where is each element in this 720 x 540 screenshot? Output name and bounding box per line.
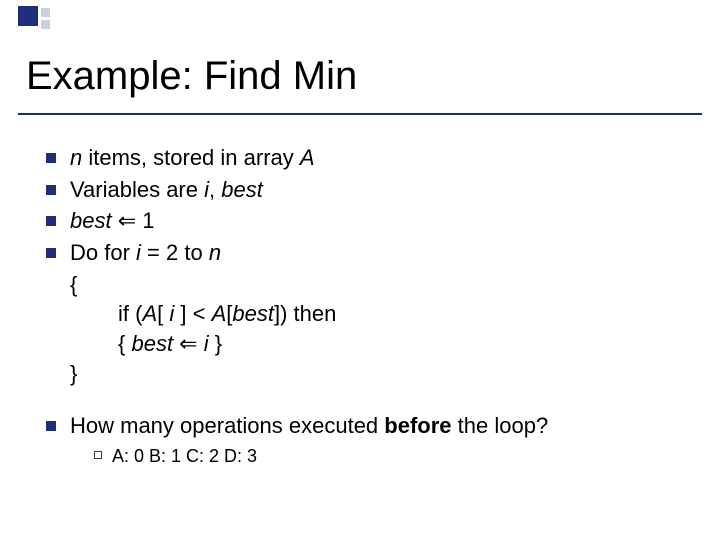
bullet-square-icon [46, 248, 56, 258]
options-text: A: 0 B: 1 C: 2 D: 3 [112, 444, 257, 468]
bullet-text: Do for i = 2 to n [70, 238, 221, 268]
slide: Example: Find Min n items, stored in arr… [0, 0, 720, 540]
code-assign-line: { best ⇐ i } [118, 329, 702, 359]
bullet-text: Variables are i, best [70, 175, 263, 205]
spacer [46, 389, 702, 411]
code-brace-close: } [70, 359, 702, 389]
code-brace-open: { [70, 270, 702, 300]
logo-square-small-bottom [41, 20, 50, 29]
bullet-text: n items, stored in array A [70, 143, 315, 173]
bullet-item-3: best ⇐ 1 [46, 206, 702, 236]
corner-logo [18, 6, 66, 32]
answer-options: A: 0 B: 1 C: 2 D: 3 [94, 444, 548, 468]
question-text: How many operations executed before the … [70, 411, 548, 469]
logo-square-small-top [41, 8, 50, 17]
bullet-square-icon [46, 421, 56, 431]
bullet-square-icon [46, 185, 56, 195]
body-content: n items, stored in array A Variables are… [46, 143, 702, 468]
bullet-text: best ⇐ 1 [70, 206, 155, 236]
bullet-item-question: How many operations executed before the … [46, 411, 702, 469]
bullet-hollow-icon [94, 451, 102, 459]
bullet-item-1: n items, stored in array A [46, 143, 702, 173]
bullet-item-4: Do for i = 2 to n [46, 238, 702, 268]
slide-title: Example: Find Min [26, 54, 702, 99]
bullet-square-icon [46, 153, 56, 163]
title-rule [18, 113, 702, 115]
bullet-square-icon [46, 216, 56, 226]
logo-square-large [18, 6, 38, 26]
code-if-line: if (A[ i ] < A[best]) then [118, 299, 702, 329]
bullet-item-2: Variables are i, best [46, 175, 702, 205]
